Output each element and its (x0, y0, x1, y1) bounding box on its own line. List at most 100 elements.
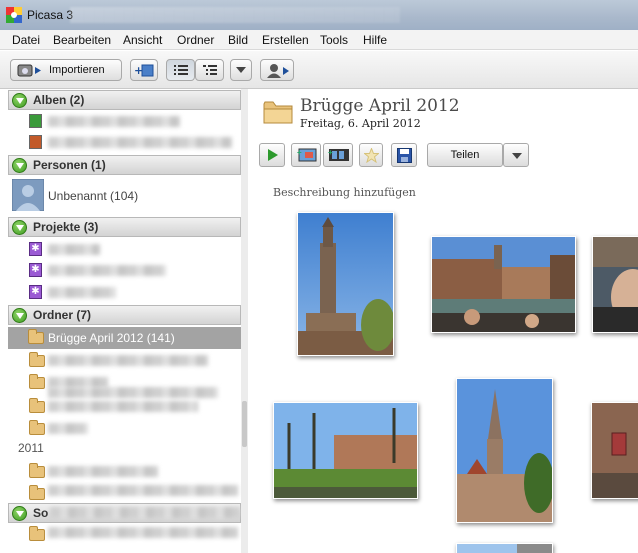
belfry-photo (298, 213, 393, 355)
album-upload-icon (29, 135, 42, 149)
album-title[interactable]: Brügge April 2012 (300, 96, 460, 116)
church-tower-photo (457, 379, 552, 522)
blurred-project-name (48, 244, 100, 255)
blurred-album-name (48, 116, 180, 127)
blurred-folder-name[interactable] (48, 355, 208, 366)
view-tree-button[interactable] (195, 59, 224, 81)
library-scrollbar[interactable] (241, 89, 248, 553)
import-button[interactable]: Importieren (10, 59, 122, 81)
toolbar: Importieren + (0, 51, 638, 89)
movie-icon: + (328, 148, 349, 161)
menu-hilfe[interactable]: Hilfe (363, 33, 387, 47)
view-options-dropdown[interactable] (230, 59, 252, 81)
menu-bar: Datei Bearbeiten Ansicht Ordner Bild Ers… (0, 30, 638, 50)
blurred-section-name (50, 507, 240, 518)
expand-arrow-icon[interactable] (12, 158, 27, 173)
slideshow-button[interactable] (259, 143, 285, 167)
section-projects-label: Projekte (3) (33, 220, 99, 234)
unnamed-people-label[interactable]: Unbenannt (104) (48, 189, 138, 203)
album-view: Brügge April 2012 Freitag, 6. April 2012… (249, 89, 638, 553)
folder-item-selected[interactable]: Brügge April 2012 (141) (8, 327, 241, 349)
share-label: Teilen (450, 149, 480, 161)
add-album-icon: + (134, 64, 154, 77)
photo-thumbnail[interactable] (297, 212, 394, 356)
blurred-album-name (48, 137, 232, 148)
menu-ansicht[interactable]: Ansicht (123, 33, 162, 47)
menu-ordner[interactable]: Ordner (177, 33, 214, 47)
save-button[interactable] (391, 143, 417, 167)
add-description-field[interactable]: Beschreibung hinzufügen (273, 186, 416, 199)
add-to-album-button[interactable]: + (130, 59, 158, 81)
menu-bearbeiten[interactable]: Bearbeiten (53, 33, 111, 47)
expand-arrow-icon[interactable] (12, 308, 27, 323)
create-collage-button[interactable]: + (291, 143, 321, 167)
blurred-folder-name[interactable] (48, 485, 238, 496)
expand-arrow-icon[interactable] (12, 93, 27, 108)
photo-thumbnail[interactable] (431, 236, 576, 333)
blurred-folder-name[interactable] (48, 401, 198, 412)
year-label: 2011 (18, 441, 44, 455)
star-icon (364, 148, 379, 163)
menu-datei[interactable]: Datei (12, 33, 40, 47)
folder-icon (29, 526, 45, 541)
people-filter-button[interactable] (260, 59, 294, 81)
project-icon: ✱ (29, 263, 42, 277)
chevron-down-icon (512, 153, 522, 159)
share-dropdown-button[interactable] (503, 143, 529, 167)
album-icon (29, 114, 42, 128)
photo-thumbnail[interactable] (456, 543, 553, 553)
project-icon: ✱ (29, 242, 42, 256)
blurred-project-name (48, 287, 116, 298)
large-folder-icon (263, 101, 293, 124)
blurred-folder-name[interactable] (48, 527, 238, 538)
album-actions: + + Teilen (249, 139, 638, 169)
folder-icon (29, 485, 45, 500)
photo-thumbnail[interactable] (456, 378, 553, 523)
partial-photo (457, 544, 552, 553)
folder-icon (28, 329, 44, 344)
brick-house-photo (592, 403, 638, 498)
title-bar: Picasa 3 (0, 0, 638, 30)
window-title: Picasa 3 (27, 8, 74, 22)
list-view-icon (174, 65, 188, 75)
section-folders-label: Ordner (7) (33, 308, 92, 322)
scrollbar-thumb[interactable] (242, 401, 247, 447)
person-play-icon (267, 64, 289, 78)
share-button[interactable]: Teilen (427, 143, 503, 167)
menu-tools[interactable]: Tools (320, 33, 348, 47)
library-panel: Alben (2) Personen (1) Unbenannt (104) P… (0, 89, 248, 553)
blurred-folder-name[interactable] (48, 423, 88, 434)
expand-arrow-icon[interactable] (12, 220, 27, 235)
section-projects[interactable]: Projekte (3) (8, 217, 241, 237)
canal-boat-photo (432, 237, 575, 332)
menu-erstellen[interactable]: Erstellen (262, 33, 309, 47)
selected-folder-label: Brügge April 2012 (141) (48, 331, 175, 345)
menu-bild[interactable]: Bild (228, 33, 248, 47)
section-other-label: So (33, 506, 49, 520)
folder-icon (29, 420, 45, 435)
folder-icon (29, 398, 45, 413)
blurred-title-area (70, 7, 400, 23)
expand-arrow-icon[interactable] (12, 506, 27, 521)
picasa-logo-icon (6, 7, 22, 23)
section-folders[interactable]: Ordner (7) (8, 305, 241, 325)
beguinage-photo (274, 403, 417, 498)
view-list-button[interactable] (166, 59, 195, 81)
chevron-down-icon (236, 67, 246, 73)
blurred-folder-name (48, 387, 218, 398)
photo-thumbnail[interactable] (591, 402, 638, 499)
unnamed-person-avatar[interactable] (12, 179, 44, 211)
blurred-project-name (48, 265, 166, 276)
photo-thumbnail[interactable] (592, 236, 638, 333)
project-icon: ✱ (29, 285, 42, 299)
section-albums[interactable]: Alben (2) (8, 90, 241, 110)
folder-icon (29, 374, 45, 389)
section-people[interactable]: Personen (1) (8, 155, 241, 175)
photo-thumbnail[interactable] (273, 402, 418, 499)
star-button[interactable] (359, 143, 383, 167)
blurred-folder-name[interactable] (48, 466, 158, 477)
save-icon (397, 148, 412, 163)
svg-text:+: + (328, 148, 333, 157)
create-movie-button[interactable]: + (323, 143, 353, 167)
play-icon (268, 149, 278, 161)
